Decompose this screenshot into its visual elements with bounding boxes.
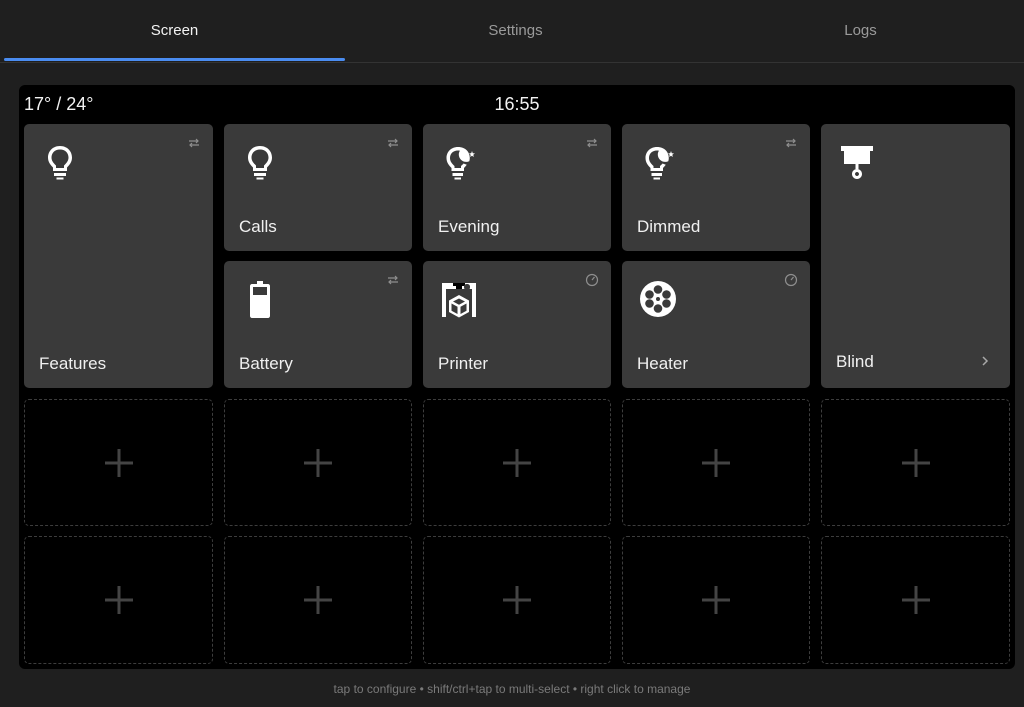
tile-printer[interactable]: Printer <box>423 261 611 388</box>
screen-panel: 17° / 24° 16:55 Features Calls Evening D… <box>19 85 1015 669</box>
fan-icon <box>638 279 678 319</box>
chevron-right-icon <box>980 354 990 368</box>
empty-slot[interactable] <box>821 536 1010 664</box>
gauge-icon <box>784 273 798 287</box>
plus-icon <box>901 448 930 477</box>
empty-slot[interactable] <box>423 399 611 526</box>
empty-slot[interactable] <box>224 536 412 664</box>
tile-label: Dimmed <box>637 217 701 236</box>
tile-battery[interactable]: Battery <box>224 261 412 388</box>
tab-settings[interactable]: Settings <box>345 0 686 60</box>
plus-icon <box>702 448 730 477</box>
plus-icon <box>104 448 133 477</box>
swap-icon <box>386 273 400 287</box>
plus-icon <box>901 586 930 614</box>
tab-screen[interactable]: Screen <box>4 0 345 60</box>
swap-icon <box>585 136 599 150</box>
swap-icon <box>187 136 201 150</box>
empty-slot[interactable] <box>622 399 810 526</box>
tile-label: Calls <box>239 217 277 236</box>
night-bulb-icon <box>439 142 479 182</box>
plus-icon <box>503 448 531 477</box>
tile-label: Evening <box>438 217 500 236</box>
empty-slot[interactable] <box>423 536 611 664</box>
tile-calls[interactable]: Calls <box>224 124 412 251</box>
active-tab-indicator <box>4 58 345 61</box>
tile-blind[interactable]: Blind <box>821 124 1010 388</box>
tile-label: Printer <box>438 354 489 373</box>
footer-hint: tap to configure • shift/ctrl+tap to mul… <box>333 682 691 696</box>
blind-icon <box>837 142 877 182</box>
tile-dimmed[interactable]: Dimmed <box>622 124 810 251</box>
swap-icon <box>784 136 798 150</box>
empty-slot[interactable] <box>224 399 412 526</box>
tile-label: Battery <box>239 354 293 373</box>
tile-label: Heater <box>637 354 689 373</box>
night-bulb-icon <box>638 142 678 182</box>
plus-icon <box>702 586 730 614</box>
clock-readout: 16:55 <box>494 94 540 114</box>
empty-slot[interactable] <box>24 536 213 664</box>
plus-icon <box>304 448 332 477</box>
empty-slot[interactable] <box>24 399 213 526</box>
battery-icon <box>240 279 280 319</box>
empty-slot[interactable] <box>821 399 1010 526</box>
tile-heater[interactable]: Heater <box>622 261 810 388</box>
gauge-icon <box>585 273 599 287</box>
app-root: Screen Settings Logs 17° / 24° 16:55 Fea… <box>0 0 1024 707</box>
tab-bar: Screen Settings Logs <box>0 0 1024 63</box>
swap-icon <box>386 136 400 150</box>
tab-logs[interactable]: Logs <box>690 0 1024 60</box>
tile-evening[interactable]: Evening <box>423 124 611 251</box>
lightbulb-icon <box>40 142 80 182</box>
tile-label: Blind <box>836 352 874 371</box>
plus-icon <box>104 586 133 614</box>
lightbulb-icon <box>240 142 280 182</box>
3d-printer-icon <box>439 279 479 319</box>
empty-slot[interactable] <box>622 536 810 664</box>
plus-icon <box>503 586 531 614</box>
tile-label: Features <box>39 354 107 373</box>
tile-features[interactable]: Features <box>24 124 213 388</box>
plus-icon <box>304 586 332 614</box>
